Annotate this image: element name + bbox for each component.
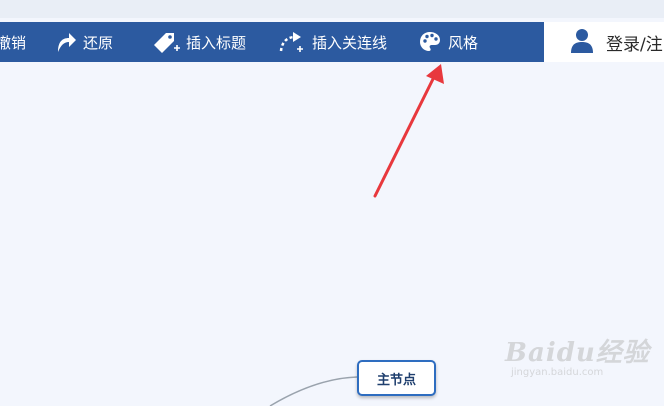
style-button[interactable]: 风格	[418, 22, 478, 62]
user-icon	[570, 27, 594, 57]
insert-title-button[interactable]: 插入标题	[152, 22, 246, 62]
main-node[interactable]: 主节点	[357, 360, 436, 396]
login-label: 登录/注	[606, 34, 663, 55]
redo-label: 还原	[83, 33, 114, 52]
undo-label: 撤销	[0, 33, 27, 52]
style-label: 风格	[448, 33, 479, 52]
browser-top-strip	[0, 0, 664, 19]
main-node-label: 主节点	[376, 372, 416, 388]
baidu-watermark: Baidu经验 jingyan.baidu.com	[505, 332, 650, 378]
undo-button[interactable]: 撤销	[0, 22, 26, 62]
palette-icon	[418, 30, 442, 54]
login-button[interactable]: 登录/注	[544, 22, 664, 62]
insert-connector-button[interactable]: 插入关连线	[278, 22, 387, 62]
insert-title-label: 插入标题	[186, 33, 247, 52]
insert-connector-label: 插入关连线	[312, 33, 388, 52]
connector-plus-icon	[278, 29, 306, 55]
tag-plus-icon	[152, 29, 180, 55]
watermark-brand: Baidu经验	[505, 338, 650, 368]
redo-button[interactable]: 还原	[55, 22, 113, 62]
redo-icon	[55, 30, 77, 54]
